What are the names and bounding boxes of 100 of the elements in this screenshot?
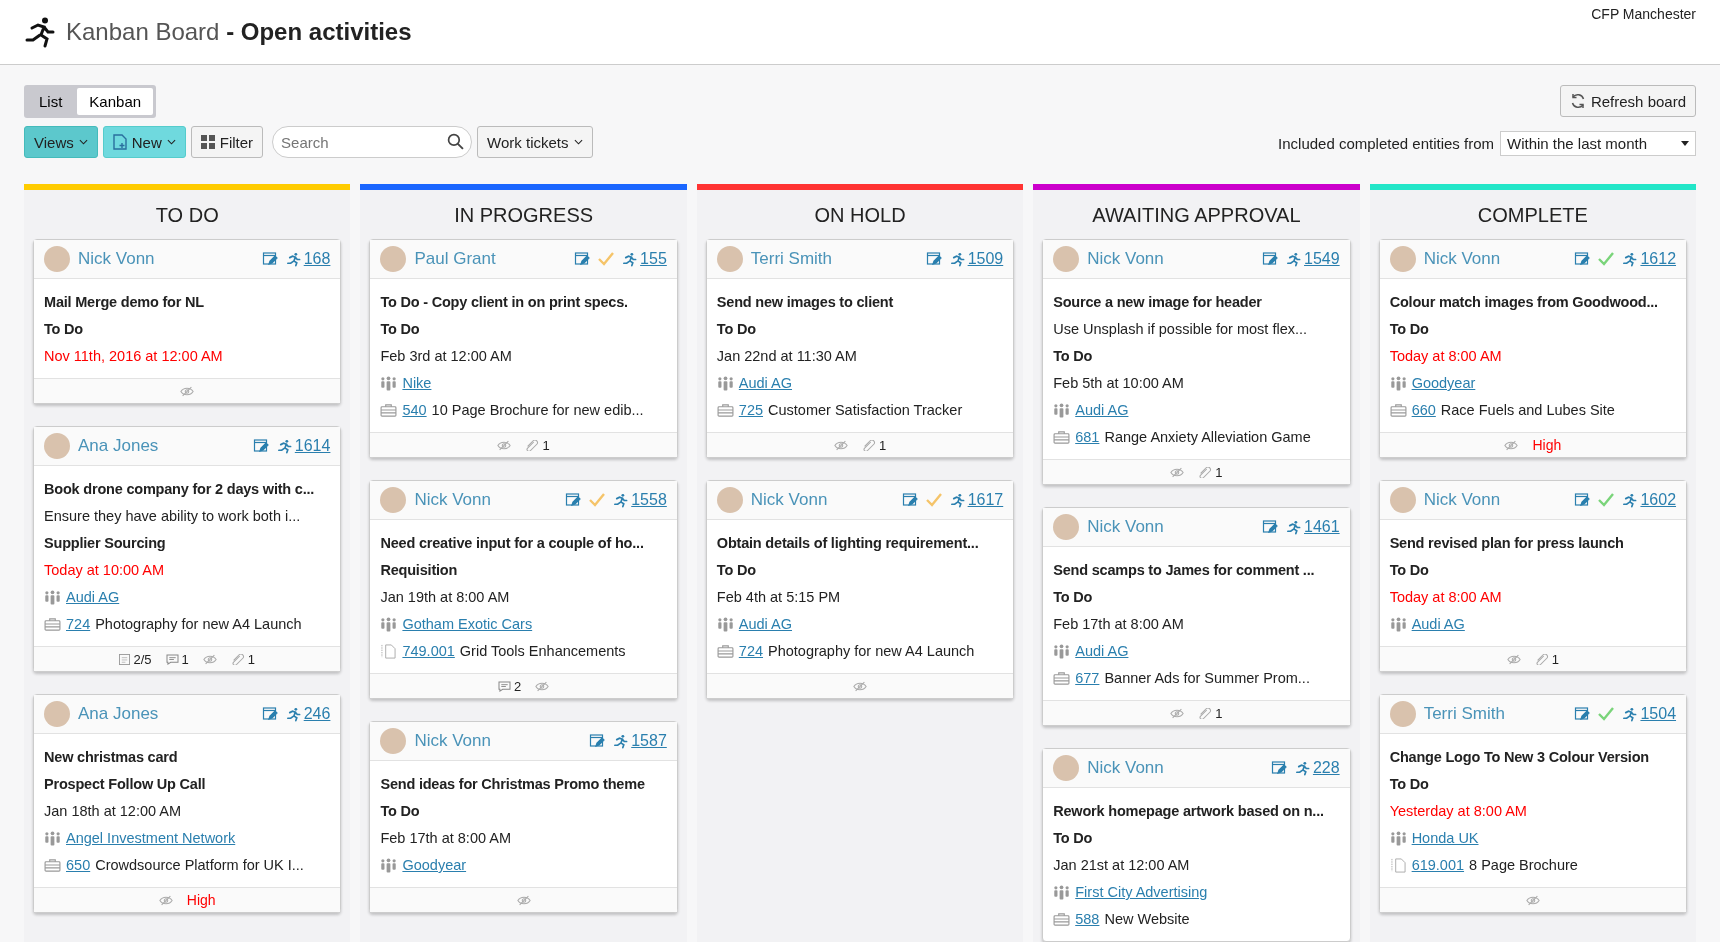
project-link[interactable]: 681 <box>1075 424 1100 451</box>
project-link[interactable]: 725 <box>738 397 763 424</box>
edit-window-icon[interactable] <box>1574 706 1591 722</box>
avatar <box>44 701 70 727</box>
views-button[interactable]: Views <box>24 126 98 158</box>
eye-slash-icon <box>158 894 173 906</box>
activity-id-link[interactable]: 1612 <box>1640 250 1677 268</box>
edit-window-icon[interactable] <box>925 251 942 267</box>
project-link[interactable]: 588 <box>1075 906 1100 933</box>
edit-window-icon[interactable] <box>565 492 582 508</box>
edit-window-icon[interactable] <box>252 438 269 454</box>
company-link[interactable]: Audi AG <box>738 370 792 397</box>
activity-id-link[interactable]: 168 <box>303 250 331 268</box>
activity-card[interactable]: Nick Vonn 228 Rework homepage artwork based on n... To Do Jan 21st at 12:00 AM First City Advertising 588 New Website <box>1042 748 1351 942</box>
edit-window-icon[interactable] <box>261 706 278 722</box>
edit-window-icon[interactable] <box>1270 760 1287 776</box>
activity-id-link[interactable]: 1558 <box>631 491 667 509</box>
company-link[interactable]: Goodyear <box>402 852 467 879</box>
company-link[interactable]: First City Advertising <box>1075 879 1208 906</box>
project-link[interactable]: 749.001 <box>402 638 455 665</box>
view-tab[interactable]: List <box>27 88 75 115</box>
company-link[interactable]: Audi AG <box>1411 611 1465 638</box>
project-name: Banner Ads for Summer Prom... <box>1104 669 1310 688</box>
assignee-name: Nick Vonn <box>78 249 156 269</box>
people-icon <box>1053 644 1071 659</box>
activity-card[interactable]: Nick Vonn 1558 Need creative input for a couple of ho... Requisition Jan 19th at 8:00 AM Gotham Exotic Cars 749.001 Grid Tools Enhancements 2 <box>369 480 678 699</box>
company-link[interactable]: Audi AG <box>66 584 120 611</box>
activity-card[interactable]: Paul Grant 155 To Do - Copy client in on print specs. To Do Feb 3rd at 12:00 AM Nike 540 10 Page Brochure for new edib... 1 <box>369 239 678 458</box>
activity-id-link[interactable]: 228 <box>1312 759 1340 777</box>
activity-id-link[interactable]: 1461 <box>1304 518 1340 536</box>
search-field[interactable]: Search <box>272 126 473 158</box>
project-name: 10 Page Brochure for new edib... <box>431 401 644 420</box>
due-date: Yesterday at 8:00 AM <box>1389 802 1528 821</box>
activity-card[interactable]: Nick Vonn 1587 Send ideas for Christmas Promo theme To Do Feb 17th at 8:00 AM Goodyear <box>369 721 678 913</box>
activity-card[interactable]: Nick Vonn 1602 Send revised plan for press launch To Do Today at 8:00 AM Audi AG 1 <box>1378 480 1688 672</box>
company-link[interactable]: Goodyear <box>1411 370 1476 397</box>
activity-id-link[interactable]: 1504 <box>1640 705 1677 723</box>
activity-card[interactable]: Terri Smith 1504 Change Logo To New 3 Colour Version To Do Yesterday at 8:00 AM Honda UK 619.001 8 Page Brochure <box>1378 694 1688 913</box>
activity-id-link[interactable]: 1617 <box>967 491 1004 509</box>
activity-card[interactable]: Terri Smith 1509 Send new images to client To Do Jan 22nd at 11:30 AM Audi AG 725 Customer Satisfaction Tracker 1 <box>705 239 1015 458</box>
edit-window-icon[interactable] <box>901 492 918 508</box>
project-name: Photography for new A4 Launch <box>95 615 302 634</box>
running-person-icon <box>613 492 629 508</box>
activity-id-link[interactable]: 1614 <box>294 437 331 455</box>
project-link[interactable]: 724 <box>738 638 763 665</box>
project-link[interactable]: 540 <box>402 397 427 424</box>
activity-type: Supplier Sourcing <box>44 534 167 553</box>
new-button[interactable]: New <box>102 126 186 158</box>
company-link[interactable]: Audi AG <box>1075 638 1129 665</box>
activity-card[interactable]: Ana Jones 1614 Book drone company for 2 days with c... Ensure they have ability to work both i... Supplier Sourcing Today at 10:00 AM Audi AG 724 Photography for new A4 Launch 2/5 1 1 <box>33 426 342 672</box>
project-name: 8 Page Brochure <box>1469 856 1578 875</box>
project-link[interactable]: 619.001 <box>1411 852 1465 879</box>
filter-button[interactable]: Filter <box>190 126 264 158</box>
project-link[interactable]: 724 <box>66 611 91 638</box>
company-link[interactable]: Audi AG <box>738 611 792 638</box>
company-link[interactable]: Audi AG <box>1075 397 1129 424</box>
document-icon <box>380 644 398 659</box>
people-icon <box>1389 376 1407 391</box>
project-link[interactable]: 660 <box>1411 397 1436 424</box>
company-link[interactable]: Gotham Exotic Cars <box>402 611 533 638</box>
company-link[interactable]: Nike <box>402 370 432 397</box>
paperclip-icon <box>861 439 876 451</box>
activity-id-link[interactable]: 1509 <box>967 250 1004 268</box>
edit-window-icon[interactable] <box>589 733 606 749</box>
activity-card[interactable]: Nick Vonn 1549 Source a new image for header Use Unsplash if possible for most flex... To Do Feb 5th at 10:00 AM Audi AG 681 Range Anxiety Alleviation Game 1 <box>1042 239 1351 485</box>
company-link[interactable]: Honda UK <box>1411 825 1479 852</box>
company-link[interactable]: Angel Investment Network <box>66 825 236 852</box>
eye-slash-icon <box>1525 894 1540 906</box>
refresh-board-button[interactable]: Refresh board <box>1559 85 1696 117</box>
activity-card[interactable]: Nick Vonn 1612 Colour match images from Goodwood... To Do Today at 8:00 AM Goodyear 660 Race Fuels and Lubes Site High <box>1378 239 1688 458</box>
activity-card[interactable]: Ana Jones 246 New christmas card Prospect Follow Up Call Jan 18th at 12:00 AM Angel Investment Network 650 Crowdsource Platform for UK I... High <box>33 694 342 913</box>
activity-id-link[interactable]: 246 <box>303 705 331 723</box>
range-select[interactable]: Within the last month <box>1500 131 1696 156</box>
card-title: To Do - Copy client in on print specs. <box>380 293 629 312</box>
people-icon <box>1053 885 1071 900</box>
view-tab[interactable]: Kanban <box>77 88 154 115</box>
activity-card[interactable]: Nick Vonn 1461 Send scamps to James for comment ... To Do Feb 17th at 8:00 AM Audi AG 677 Banner Ads for Summer Prom... 1 <box>1042 507 1351 726</box>
activity-id-link[interactable]: 155 <box>640 250 667 268</box>
edit-window-icon[interactable] <box>1574 492 1591 508</box>
edit-window-icon[interactable] <box>1574 251 1591 267</box>
activity-id-link[interactable]: 1549 <box>1304 250 1340 268</box>
edit-window-icon[interactable] <box>1262 519 1279 535</box>
briefcase-icon <box>1053 431 1071 444</box>
work-tickets-dropdown[interactable]: Work tickets <box>477 126 593 158</box>
activity-id-link[interactable]: 1587 <box>631 732 667 750</box>
activity-type: Prospect Follow Up Call <box>44 775 207 794</box>
edit-window-icon[interactable] <box>261 251 278 267</box>
priority-label: High <box>1532 437 1562 453</box>
activity-card[interactable]: Nick Vonn 168 Mail Merge demo for NL To Do Nov 11th, 2016 at 12:00 AM <box>33 239 342 404</box>
project-link[interactable]: 650 <box>66 852 91 879</box>
project-link[interactable]: 677 <box>1075 665 1100 692</box>
edit-window-icon[interactable] <box>1262 251 1279 267</box>
due-date: Jan 19th at 8:00 AM <box>380 588 511 607</box>
activity-id-link[interactable]: 1602 <box>1640 491 1677 509</box>
eye-slash-icon <box>516 894 531 906</box>
activity-card[interactable]: Nick Vonn 1617 Obtain details of lighting requirement... To Do Feb 4th at 5:15 PM Audi AG 724 Photography for new A4 Launch <box>705 480 1015 699</box>
assignee-name: Terri Smith <box>1423 704 1506 724</box>
activity-type: To Do <box>44 320 84 339</box>
edit-window-icon[interactable] <box>574 251 591 267</box>
activity-type: To Do <box>716 320 757 339</box>
